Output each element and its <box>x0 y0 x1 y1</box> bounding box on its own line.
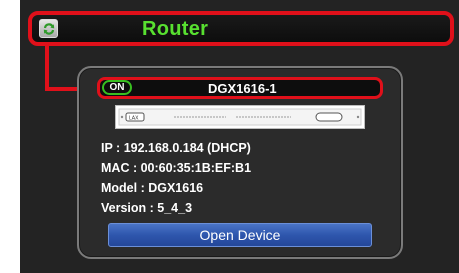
mac-address: MAC : 00:60:35:1B:EF:B1 <box>101 161 252 175</box>
device-card: ON DGX1616-1 LAX IP : 192.168.0.184 (DHC… <box>77 66 403 259</box>
device-front-panel-image: LAX <box>115 105 365 129</box>
refresh-icon[interactable] <box>39 19 58 38</box>
router-title: Router <box>142 18 209 40</box>
model-info: Model : DGX1616 <box>101 181 204 195</box>
network-view: Router ON DGX1616-1 LAX IP : 192.168.0.1… <box>0 0 459 273</box>
device-name: DGX1616-1 <box>208 81 277 96</box>
router-node[interactable]: Router <box>28 11 454 46</box>
ip-address: IP : 192.168.0.184 (DHCP) <box>101 141 251 155</box>
status-badge: ON <box>102 80 132 95</box>
version-info: Version : 5_4_3 <box>101 201 193 215</box>
connector-line <box>45 46 49 91</box>
svg-text:LAX: LAX <box>129 116 139 122</box>
device-header[interactable]: ON DGX1616-1 <box>97 77 383 99</box>
open-device-button[interactable]: Open Device <box>108 223 372 247</box>
